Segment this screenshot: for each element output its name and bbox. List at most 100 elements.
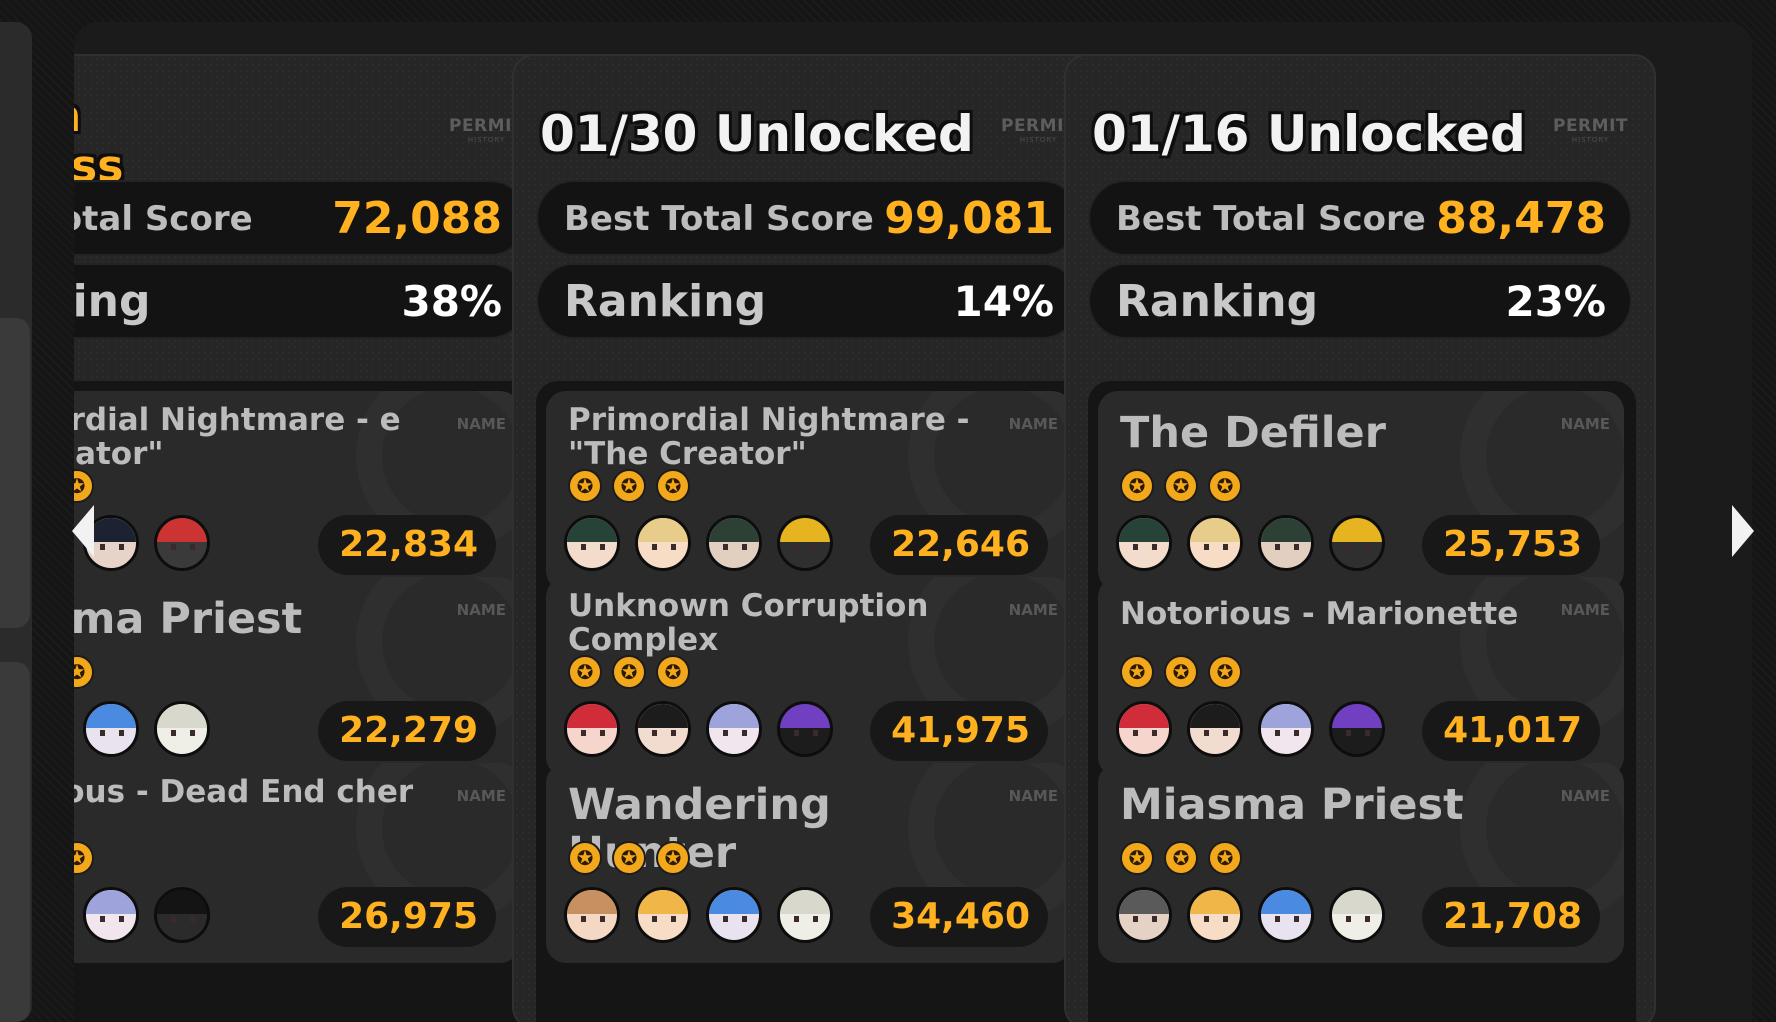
title-line: d in <box>74 92 123 142</box>
best-total-score-value: 72,088 <box>332 193 502 244</box>
name-label: NAME <box>1008 601 1058 619</box>
best-total-score-value: 99,081 <box>884 193 1054 244</box>
character-avatar <box>706 701 762 757</box>
character-avatar <box>777 887 833 943</box>
team-avatars <box>1116 887 1400 945</box>
ranking-value: 14% <box>953 277 1054 326</box>
boss-list: mordial Nightmare - e Creator" NAME ✪✪ 2… <box>74 381 532 1022</box>
boss-name: Miasma Priest <box>1120 780 1464 830</box>
team-avatars <box>564 701 848 759</box>
star-rating: ✪ ✪ ✪ <box>1120 469 1252 505</box>
best-total-score-value: 88,478 <box>1436 193 1606 244</box>
left-side-strip <box>0 22 32 1022</box>
character-avatar <box>777 515 833 571</box>
ranking-label: nking <box>74 276 151 327</box>
name-label: NAME <box>456 787 506 805</box>
name-label: NAME <box>1008 787 1058 805</box>
character-avatar <box>83 701 139 757</box>
next-arrow-icon[interactable] <box>1732 505 1754 557</box>
history-card: 01/30 Unlocked PERMIT HISTORY Best Total… <box>512 54 1104 1022</box>
star-icon: ✪ <box>612 469 646 503</box>
boss-list: The Defiler NAME ✪ ✪ ✪ 25,753 Notorious - … <box>1088 381 1636 1022</box>
boss-score: 25,753 <box>1422 515 1600 575</box>
title-line: 01/30 Unlocked <box>540 105 974 163</box>
boss-score: 41,975 <box>870 701 1048 761</box>
star-rating: ✪✪ <box>74 655 104 691</box>
best-total-score-pill: t Total Score 72,088 <box>74 180 528 256</box>
boss-entry[interactable]: Miasma Priest NAME ✪ ✪ ✪ 21,708 <box>1098 763 1624 963</box>
character-avatar <box>83 887 139 943</box>
star-icon: ✪ <box>1208 655 1242 689</box>
character-avatar <box>1258 701 1314 757</box>
boss-entry[interactable]: Notorious - Marionette NAME ✪ ✪ ✪ 41,017 <box>1098 577 1624 777</box>
star-icon: ✪ <box>568 655 602 689</box>
character-avatar <box>706 515 762 571</box>
boss-entry[interactable]: Primordial Nightmare - "The Creator" NAM… <box>546 391 1072 591</box>
history-card: d in gress PERMIT HISTORY t Total Score … <box>74 54 552 1022</box>
boss-score: 22,646 <box>870 515 1048 575</box>
boss-entry[interactable]: mordial Nightmare - e Creator" NAME ✪✪ 2… <box>74 391 520 591</box>
boss-name: Notorious - Marionette <box>1120 596 1519 632</box>
boss-entry[interactable]: Unknown Corruption Complex NAME ✪ ✪ ✪ 41,9… <box>546 577 1072 777</box>
ranking-pill: nking 38% <box>74 263 528 339</box>
history-card-title: d in gress <box>74 92 123 192</box>
team-avatars <box>564 887 848 945</box>
best-total-score-label: Best Total Score <box>564 199 874 239</box>
star-icon: ✪ <box>656 469 690 503</box>
ranking-label: Ranking <box>1116 276 1319 327</box>
star-icon: ✪ <box>656 841 690 875</box>
star-icon: ✪ <box>74 841 94 875</box>
star-icon: ✪ <box>568 469 602 503</box>
character-avatar <box>154 515 210 571</box>
team-avatars <box>1116 701 1400 759</box>
history-card-title: 01/30 Unlocked <box>540 108 974 160</box>
title-line: 01/16 Unlocked <box>1092 105 1526 163</box>
permit-text: PERMIT <box>1552 116 1628 136</box>
star-icon: ✪ <box>568 841 602 875</box>
star-rating: ✪ ✪ ✪ <box>568 655 700 691</box>
left-side-tab[interactable] <box>0 318 30 628</box>
star-rating: ✪ ✪ ✪ <box>1120 655 1252 691</box>
star-rating: ✪ ✪ ✪ <box>568 469 700 505</box>
star-rating: ✪✪ <box>74 841 104 877</box>
previous-arrow-icon[interactable] <box>72 505 94 557</box>
character-avatar <box>564 515 620 571</box>
permit-subtext: HISTORY <box>1571 136 1610 144</box>
best-total-score-pill: Best Total Score 88,478 <box>1088 180 1632 256</box>
boss-entry[interactable]: asma Priest NAME ✪✪ 22,279 <box>74 577 520 777</box>
boss-score: 21,708 <box>1422 887 1600 947</box>
character-avatar <box>1329 887 1385 943</box>
boss-name: orious - Dead End cher <box>74 774 414 810</box>
boss-entry[interactable]: orious - Dead End cher NAME ✪✪ 26,975 <box>74 763 520 963</box>
character-avatar <box>154 887 210 943</box>
boss-name: The Defiler <box>1120 408 1386 458</box>
left-side-tab[interactable] <box>0 662 30 1022</box>
star-rating: ✪✪ <box>74 469 104 505</box>
boss-entry[interactable]: The Defiler NAME ✪ ✪ ✪ 25,753 <box>1098 391 1624 591</box>
team-avatars <box>1116 515 1400 573</box>
star-icon: ✪ <box>1208 469 1242 503</box>
ranking-value: 23% <box>1505 277 1606 326</box>
character-avatar <box>1258 515 1314 571</box>
character-avatar <box>154 701 210 757</box>
character-avatar <box>1187 515 1243 571</box>
team-avatars <box>564 515 848 573</box>
history-carousel: d in gress PERMIT HISTORY t Total Score … <box>74 22 1752 1022</box>
star-rating: ✪ ✪ ✪ <box>568 841 700 877</box>
character-avatar <box>1116 515 1172 571</box>
boss-entry[interactable]: Wandering Hunter NAME ✪ ✪ ✪ 34,460 <box>546 763 1072 963</box>
star-icon: ✪ <box>1208 841 1242 875</box>
boss-score: 41,017 <box>1422 701 1600 761</box>
star-icon: ✪ <box>1164 655 1198 689</box>
star-icon: ✪ <box>74 469 94 503</box>
boss-score: 22,279 <box>318 701 496 761</box>
name-label: NAME <box>1560 601 1610 619</box>
team-avatars <box>74 515 225 573</box>
boss-list: Primordial Nightmare - "The Creator" NAM… <box>536 381 1084 1022</box>
name-label: NAME <box>1560 787 1610 805</box>
ranking-pill: Ranking 14% <box>536 263 1080 339</box>
history-card: 01/16 Unlocked PERMIT HISTORY Best Total… <box>1064 54 1656 1022</box>
permit-badge: PERMIT HISTORY <box>1553 116 1628 144</box>
star-icon: ✪ <box>1120 841 1154 875</box>
character-avatar <box>1116 701 1172 757</box>
